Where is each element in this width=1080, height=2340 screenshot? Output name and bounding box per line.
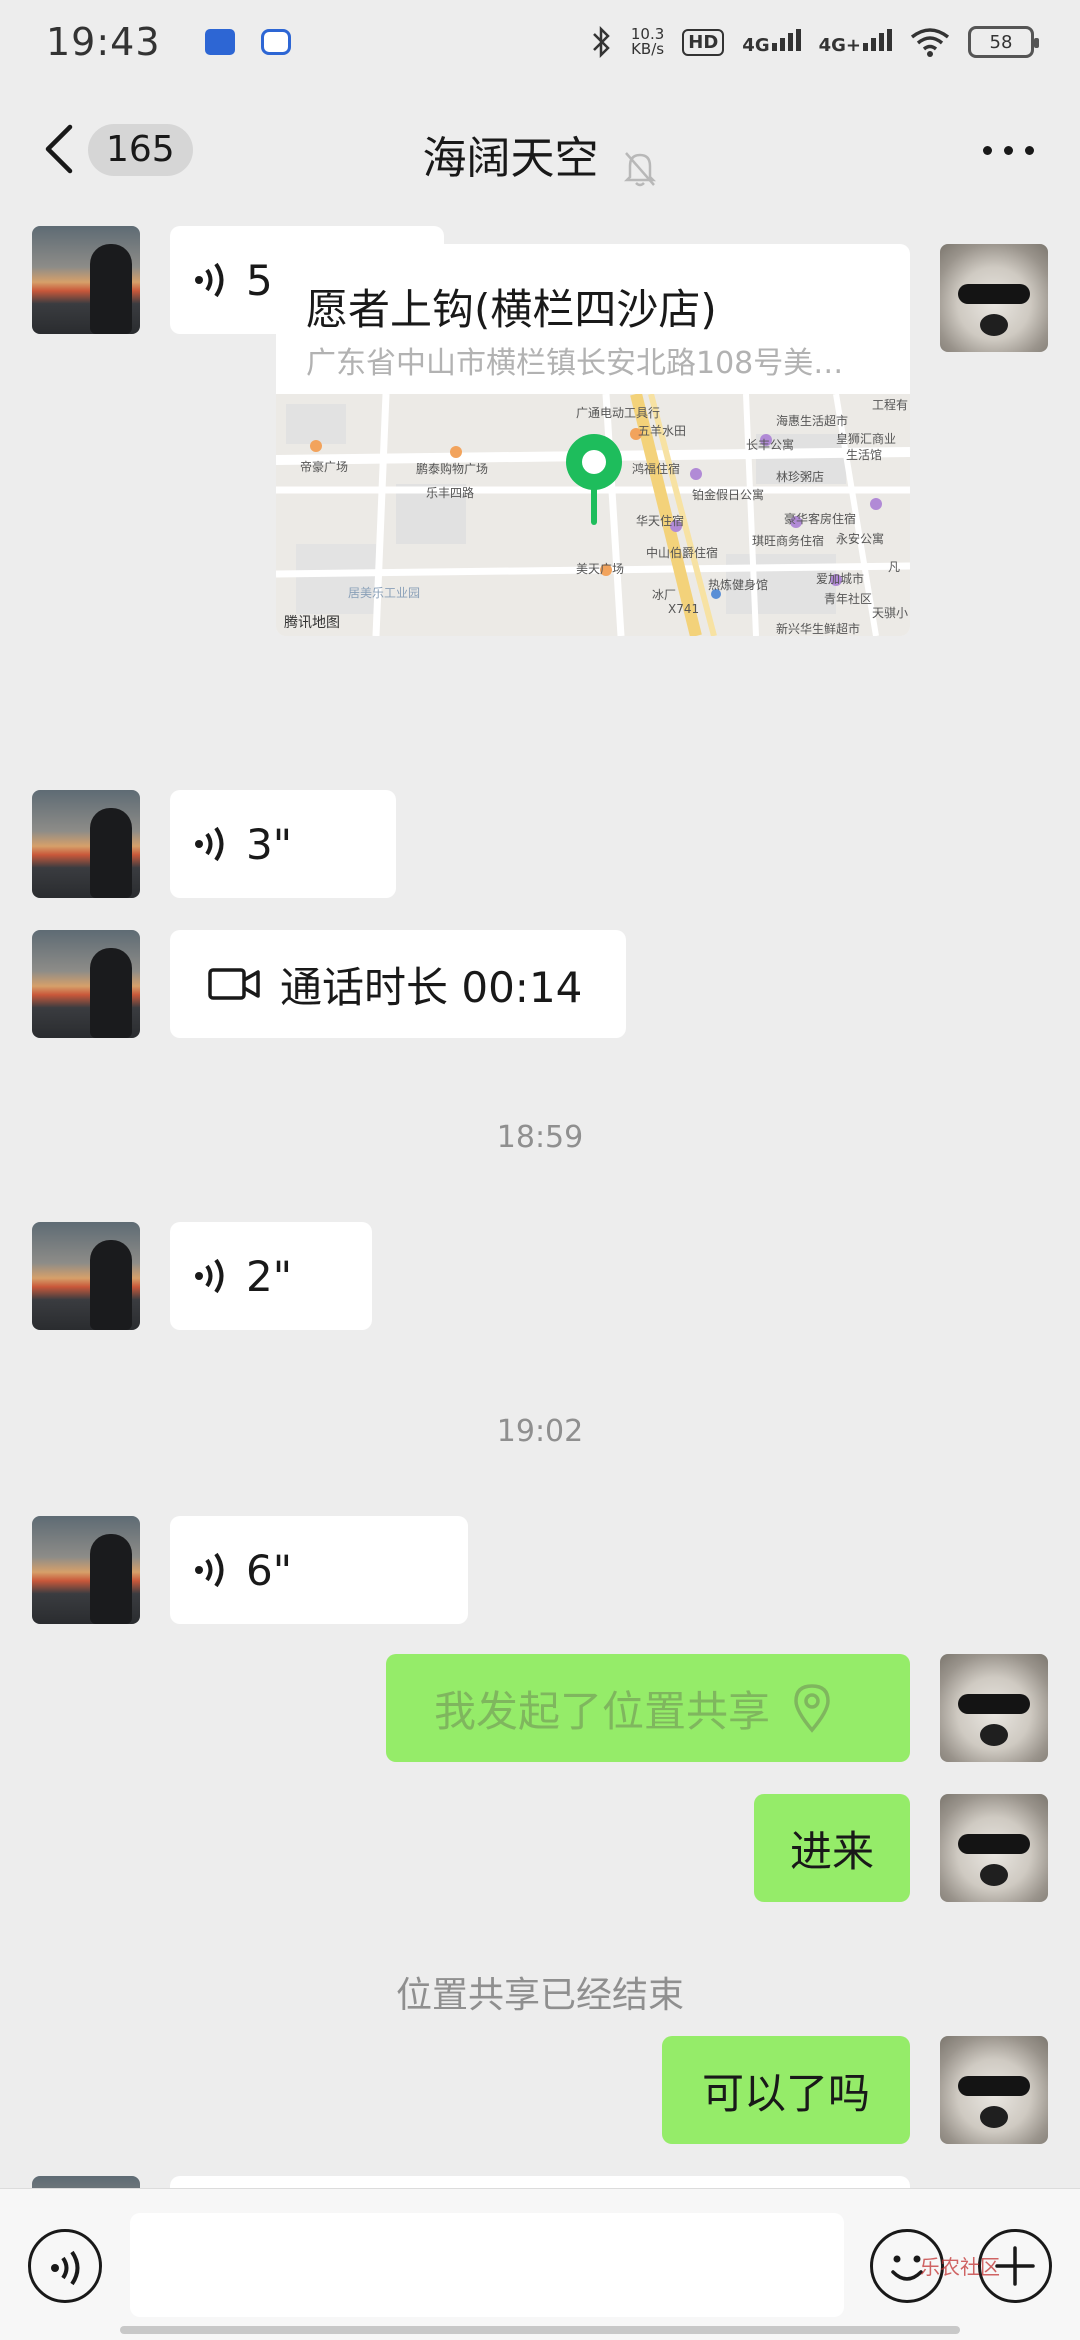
contact-avatar[interactable] bbox=[32, 226, 140, 334]
bird-app-icon bbox=[204, 29, 235, 55]
map-brand: 腾讯地图 bbox=[284, 615, 340, 631]
hd-badge: HD bbox=[682, 28, 725, 56]
voice-message[interactable]: 3" bbox=[170, 790, 396, 898]
voice-message[interactable]: 2" bbox=[170, 1222, 372, 1330]
call-duration-text: 通话时长 00:14 bbox=[280, 962, 583, 1012]
location-share-message[interactable]: 我发起了位置共享 bbox=[386, 1654, 910, 1762]
status-right: 10.3 KB/s HD 4G 4G+ 58 bbox=[591, 25, 1039, 59]
more-options-icon[interactable] bbox=[983, 146, 1034, 155]
voice-wave-icon bbox=[51, 2250, 80, 2286]
net-speed: 10.3 KB/s bbox=[630, 25, 665, 58]
contact-avatar[interactable] bbox=[32, 930, 140, 1038]
my-avatar[interactable] bbox=[940, 1654, 1048, 1762]
contact-avatar[interactable] bbox=[32, 790, 140, 898]
voice-wave-icon bbox=[195, 826, 224, 862]
location-map: 广通电动工具行 五羊水田 海惠生活超市 长丰公寓 皇狮汇商业 生活馆 帝豪广场 … bbox=[276, 392, 910, 636]
video-camera-icon bbox=[208, 968, 260, 1000]
baidu-app-icon bbox=[260, 29, 291, 55]
my-avatar[interactable] bbox=[940, 1794, 1048, 1902]
voice-input-toggle[interactable] bbox=[28, 2229, 102, 2303]
signal-2: 4G+ bbox=[819, 28, 892, 56]
status-time: 19:43 bbox=[46, 20, 161, 64]
chat-area[interactable]: 5" 愿者上钩(横栏四沙店) 广东省中山市横栏镇长安北路108号美… 广通电动工… bbox=[0, 214, 1080, 2188]
location-address: 广东省中山市横栏镇长安北路108号美… bbox=[306, 346, 844, 381]
message-text: 可以了吗 bbox=[701, 2068, 870, 2118]
contact-avatar[interactable] bbox=[32, 1222, 140, 1330]
notification-icons bbox=[204, 29, 291, 55]
my-avatar[interactable] bbox=[940, 244, 1048, 352]
message-input[interactable] bbox=[130, 2213, 844, 2317]
voice-wave-icon bbox=[195, 1258, 224, 1294]
map-pin-icon bbox=[566, 434, 622, 525]
voice-wave-icon bbox=[195, 262, 224, 298]
voice-duration: 3" bbox=[246, 819, 293, 869]
my-avatar[interactable] bbox=[940, 2036, 1048, 2144]
voice-duration: 2" bbox=[246, 1251, 293, 1301]
status-bar: 19:43 10.3 KB/s HD 4G 4G+ 58 bbox=[0, 0, 1080, 84]
watermark: 乐农社区 bbox=[920, 2255, 1000, 2279]
text-message[interactable]: 进来 bbox=[754, 1794, 910, 1902]
location-pin-icon bbox=[794, 1684, 830, 1733]
bluetooth-icon bbox=[592, 25, 610, 59]
wifi-icon bbox=[910, 28, 950, 57]
time-separator: 19:02 bbox=[496, 1414, 584, 1449]
video-call-record[interactable]: 通话时长 00:14 bbox=[170, 930, 626, 1038]
voice-duration: 6" bbox=[246, 1545, 293, 1595]
message-text: 进来 bbox=[789, 1826, 874, 1876]
gesture-bar bbox=[120, 2326, 960, 2334]
title-wrap: 海阔天空 bbox=[0, 122, 1080, 189]
system-message: 位置共享已经结束 bbox=[395, 1975, 684, 2016]
signal-1: 4G bbox=[742, 28, 801, 56]
text-message[interactable]: 可以了吗 bbox=[662, 2036, 910, 2144]
chat-header: 165 海阔天空 bbox=[0, 84, 1080, 214]
location-share-text: 我发起了位置共享 bbox=[434, 1686, 771, 1736]
voice-message[interactable]: 6" bbox=[170, 1516, 468, 1624]
chat-title: 海阔天空 bbox=[422, 133, 599, 184]
input-bar: 乐农社区 bbox=[0, 2188, 1080, 2340]
location-card[interactable]: 愿者上钩(横栏四沙店) 广东省中山市横栏镇长安北路108号美… 广通电动工具行 … bbox=[276, 244, 910, 636]
contact-avatar[interactable] bbox=[32, 2176, 140, 2188]
time-separator: 18:59 bbox=[496, 1120, 584, 1155]
contact-avatar[interactable] bbox=[32, 1516, 140, 1624]
voice-wave-icon bbox=[195, 1552, 224, 1588]
battery-indicator: 58 bbox=[968, 26, 1039, 58]
message-bubble-partial[interactable] bbox=[170, 2176, 910, 2188]
location-name: 愿者上钩(横栏四沙店) bbox=[306, 285, 717, 334]
mute-bell-icon bbox=[623, 151, 656, 186]
